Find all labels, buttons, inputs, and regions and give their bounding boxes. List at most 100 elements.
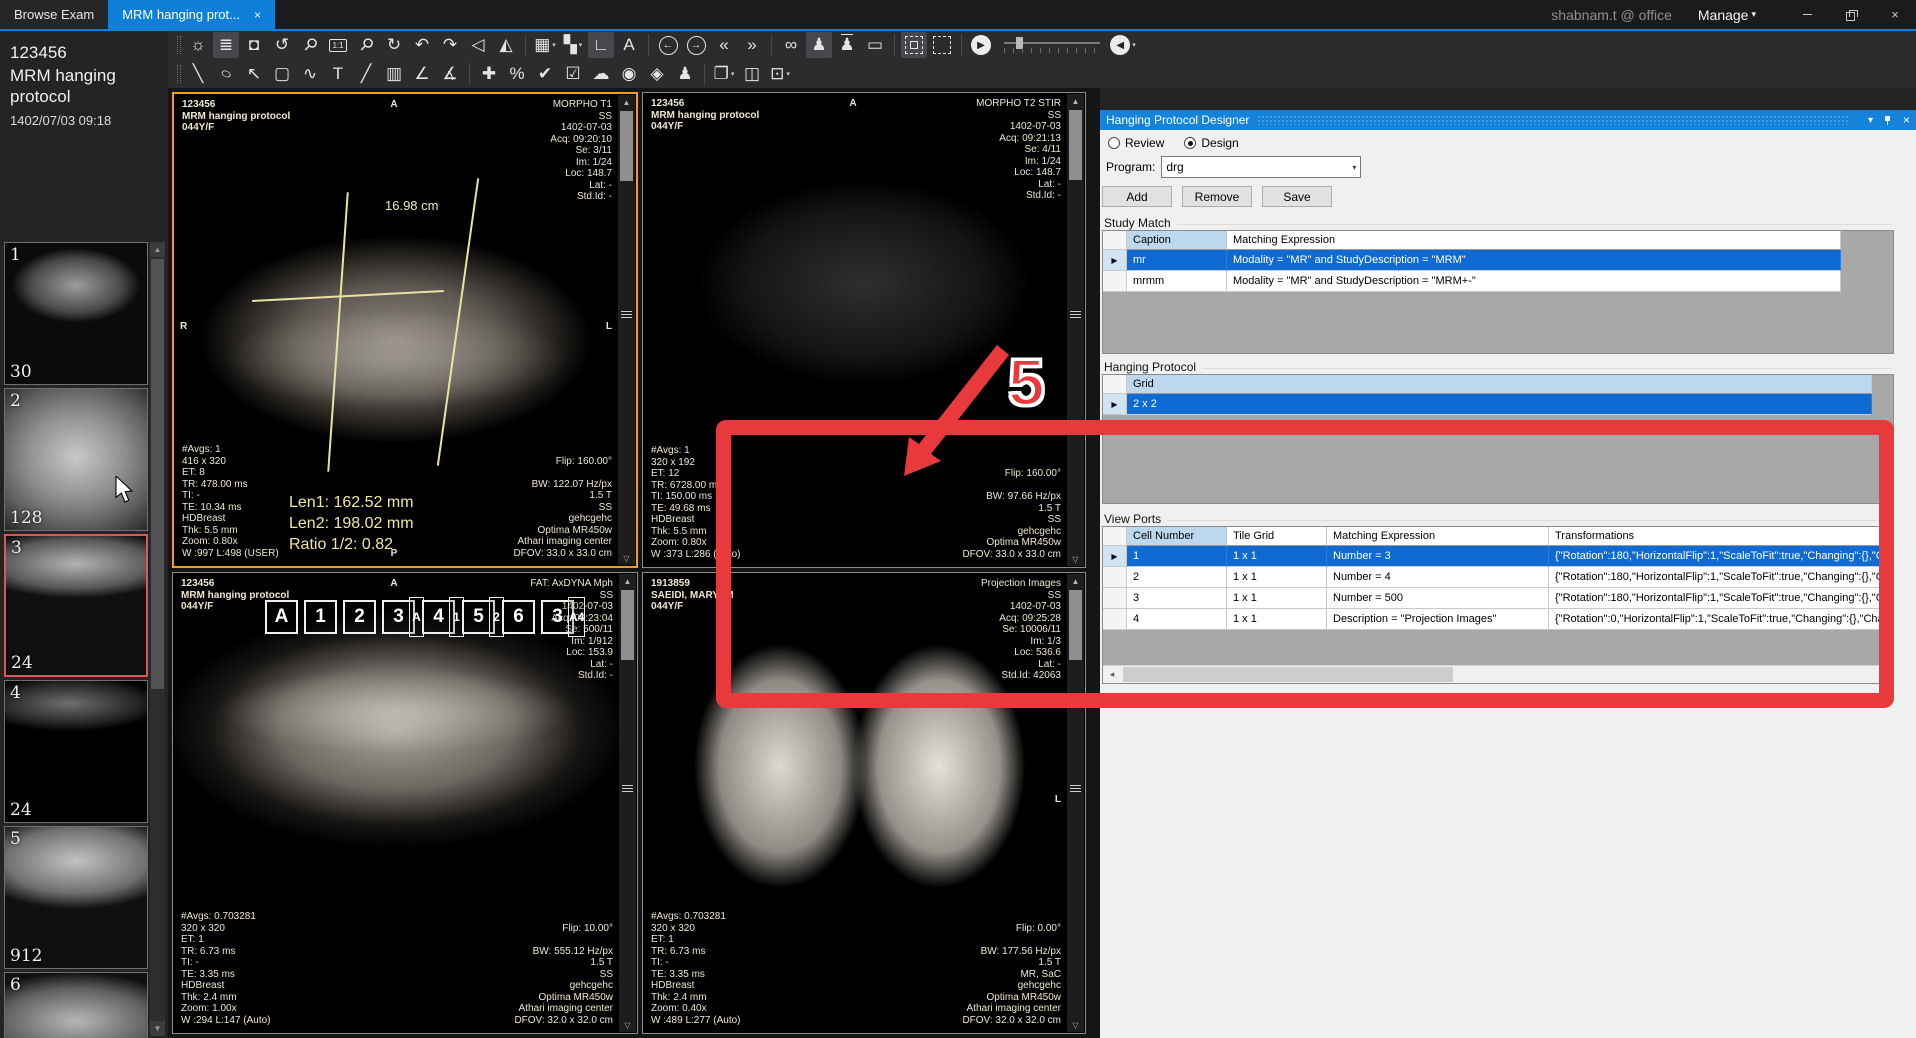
table-cell[interactable]: 1 x 1 — [1227, 546, 1327, 567]
row-selector[interactable] — [1103, 609, 1127, 630]
tile-button-A[interactable]: A — [265, 600, 298, 634]
back-icon[interactable]: ◀▾ — [1110, 32, 1136, 58]
previous-image-icon[interactable]: ← — [655, 32, 681, 58]
scrollbar-thumb[interactable] — [1069, 590, 1082, 660]
table-cell[interactable]: {"Rotation":180,"HorizontalFlip":1,"Scal… — [1549, 567, 1894, 588]
invert-icon[interactable]: ◘ — [241, 32, 267, 58]
draw-line-icon[interactable]: ╲ — [185, 61, 211, 87]
scroll-up-icon[interactable]: ▲ — [150, 242, 165, 257]
table-cell[interactable]: 1 x 1 — [1227, 567, 1327, 588]
table-row-1[interactable]: ▶2 x 2 — [1103, 394, 1893, 415]
radio-review[interactable]: Review — [1108, 136, 1164, 150]
table-cell[interactable]: 1 — [1127, 546, 1227, 567]
tab-mrm-hanging-protocol[interactable]: MRM hanging prot... × — [108, 0, 275, 29]
tile-button-6[interactable]: 6 — [502, 600, 535, 634]
row-selector[interactable] — [1103, 588, 1127, 609]
table-cell[interactable]: 1 x 1 — [1227, 609, 1327, 630]
last-series-icon[interactable]: » — [739, 32, 765, 58]
window-level-icon[interactable]: ☼ — [185, 32, 211, 58]
patient-orientation-icon[interactable]: ♟ — [806, 32, 832, 58]
rotate-icon[interactable]: ↻ — [381, 32, 407, 58]
flip-vertical-icon[interactable]: ◭ — [493, 32, 519, 58]
panel-close-icon[interactable]: × — [1903, 113, 1910, 127]
scrollbar-thumb[interactable] — [1069, 110, 1082, 180]
scroll-down-icon[interactable]: ▼ — [150, 1021, 165, 1036]
scroll-down-icon[interactable]: ▽ — [1067, 552, 1084, 566]
remove-button[interactable]: Remove — [1182, 186, 1252, 207]
viewport-scrollbar[interactable]: ▲▽ — [1067, 574, 1084, 1032]
first-series-icon[interactable]: « — [711, 32, 737, 58]
viewport-2[interactable]: 123456 MRM hanging protocol 044Y/FAMORPH… — [642, 92, 1086, 568]
scroll-up-icon[interactable]: ▲ — [1067, 574, 1084, 588]
table-row-3[interactable]: 31 x 1Number = 500{"Rotation":180,"Horiz… — [1103, 588, 1893, 609]
sidebar-scrollbar[interactable]: ▲ ▼ — [150, 242, 165, 1036]
roi-statistics-icon[interactable]: % — [504, 61, 530, 87]
volume-3d-icon[interactable]: ⊡▾ — [767, 61, 793, 87]
scrollbar-thumb[interactable] — [151, 259, 164, 689]
one-to-one-icon[interactable]: 1:1 — [325, 32, 351, 58]
rotate-right-icon[interactable]: ↷ — [437, 32, 463, 58]
hanging-columns-icon[interactable]: ◫ — [739, 61, 765, 87]
panel-menu-icon[interactable]: ▾ — [1868, 115, 1873, 126]
table-cell[interactable]: 1 x 1 — [1227, 588, 1327, 609]
selection-frame-alt-icon[interactable] — [929, 32, 955, 58]
next-image-icon[interactable]: → — [683, 32, 709, 58]
scroll-up-icon[interactable]: ▲ — [1067, 94, 1084, 108]
scroll-up-icon[interactable]: ▲ — [618, 95, 635, 109]
scrollbar-thumb[interactable] — [620, 111, 633, 181]
minimize-button[interactable] — [1800, 8, 1814, 22]
table-cell[interactable]: Modality = "MR" and StudyDescription = "… — [1227, 271, 1841, 292]
copy-layout-icon[interactable]: ❐▾ — [711, 61, 737, 87]
tab-browse-exam[interactable]: Browse Exam — [0, 0, 108, 29]
annotation-pin-icon[interactable]: ◉ — [616, 61, 642, 87]
save-button[interactable]: Save — [1262, 186, 1332, 207]
series-thumbnail-2[interactable]: 2128 — [4, 388, 148, 531]
close-tab-icon[interactable]: × — [254, 8, 261, 22]
viewport-scrollbar[interactable]: ▲▽ — [618, 95, 635, 565]
row-selector[interactable]: ▶ — [1103, 250, 1127, 271]
manage-menu[interactable]: Manage▾ — [1698, 7, 1756, 23]
toolbar-grip[interactable] — [177, 65, 181, 83]
measure-angle-icon[interactable]: ∠ — [409, 61, 435, 87]
viewport-scrollbar[interactable]: ▲▽ — [1067, 94, 1084, 566]
add-button[interactable]: Add — [1102, 186, 1172, 207]
column-header[interactable]: Cell Number — [1127, 527, 1227, 546]
draw-arrow-icon[interactable]: ↖ — [241, 61, 267, 87]
viewport-1[interactable]: 123456 MRM hanging protocol 044Y/FAMORPH… — [172, 92, 638, 568]
draw-ellipse-icon[interactable]: ○ — [213, 61, 239, 87]
row-selector[interactable] — [1103, 567, 1127, 588]
table-cell[interactable]: {"Rotation":0,"HorizontalFlip":1,"ScaleT… — [1549, 609, 1894, 630]
cine-slider-icon[interactable] — [996, 32, 1108, 58]
viewport-3[interactable]: 123456 MRM hanging protocol 044Y/FAFAT: … — [172, 572, 638, 1034]
measure-cobb-angle-icon[interactable]: ∡ — [437, 61, 463, 87]
table-cell[interactable]: {"Rotation":180,"HorizontalFlip":1,"Scal… — [1549, 588, 1894, 609]
tile-button-A4[interactable]: A4 — [568, 597, 585, 637]
layers-icon[interactable]: ≣ — [213, 32, 239, 58]
magnify-region-icon[interactable]: ⚲ — [353, 32, 379, 58]
annotation-cloud-icon[interactable]: ☁ — [588, 61, 614, 87]
table-row-2[interactable]: mrmmModality = "MR" and StudyDescription… — [1103, 271, 1893, 292]
measure-parallel-icon[interactable]: ▥ — [381, 61, 407, 87]
table-cell[interactable]: Number = 500 — [1327, 588, 1549, 609]
row-selector[interactable]: ▶ — [1103, 546, 1127, 567]
tile-button-1[interactable]: 1 — [304, 600, 337, 634]
table-cell[interactable]: mrmm — [1127, 271, 1227, 292]
table-cell[interactable]: Description = "Projection Images" — [1327, 609, 1549, 630]
table-cell[interactable]: Modality = "MR" and StudyDescription = "… — [1227, 250, 1841, 271]
viewport-4[interactable]: 1913859 SAEIDI, MARYAM 044Y/FProjection … — [642, 572, 1086, 1034]
calibrate-ruler-icon[interactable]: ∟ — [588, 32, 614, 58]
series-thumbnail-6[interactable]: 6 — [4, 972, 148, 1038]
draw-text-icon[interactable]: T — [325, 61, 351, 87]
table-cell[interactable]: 2 x 2 — [1127, 394, 1872, 415]
table-row-2[interactable]: 21 x 1Number = 4{"Rotation":180,"Horizon… — [1103, 567, 1893, 588]
column-header[interactable]: Transformations — [1549, 527, 1894, 546]
measure-tape-icon[interactable]: ▭ — [862, 32, 888, 58]
column-header[interactable]: Matching Expression — [1327, 527, 1549, 546]
close-button[interactable]: × — [1888, 8, 1902, 22]
flip-horizontal-icon[interactable]: ◁ — [465, 32, 491, 58]
hscrollbar-thumb[interactable] — [1123, 667, 1453, 682]
scroll-left-icon[interactable]: ◂ — [1103, 666, 1121, 683]
table-row-4[interactable]: 41 x 1Description = "Projection Images"{… — [1103, 609, 1893, 630]
column-header[interactable]: Matching Expression — [1227, 231, 1841, 250]
annotations-text-icon[interactable]: A — [616, 32, 642, 58]
